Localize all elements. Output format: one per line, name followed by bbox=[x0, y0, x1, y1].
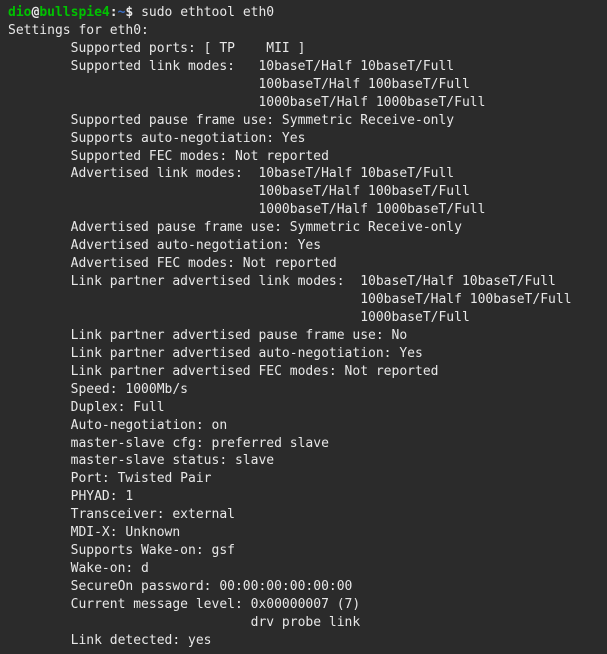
output-line: Duplex: Full bbox=[8, 399, 599, 417]
prompt-symbol: $ bbox=[125, 5, 133, 20]
typed-command: sudo ethtool eth0 bbox=[141, 5, 274, 20]
output-line: Supports auto-negotiation: Yes bbox=[8, 130, 599, 148]
output-line: 1000baseT/Half 1000baseT/Full bbox=[8, 94, 599, 112]
output-line: master-slave cfg: preferred slave bbox=[8, 435, 599, 453]
output-line: drv probe link bbox=[8, 614, 599, 632]
output-line: 100baseT/Half 100baseT/Full bbox=[8, 183, 599, 201]
output-line: Link partner advertised pause frame use:… bbox=[8, 327, 599, 345]
output-line: Advertised pause frame use: Symmetric Re… bbox=[8, 219, 599, 237]
output-line: Advertised link modes: 10baseT/Half 10ba… bbox=[8, 165, 599, 183]
output-line: Transceiver: external bbox=[8, 506, 599, 524]
output-line: Link partner advertised FEC modes: Not r… bbox=[8, 363, 599, 381]
output-line: Link partner advertised link modes: 10ba… bbox=[8, 273, 599, 291]
output-line: Current message level: 0x00000007 (7) bbox=[8, 596, 599, 614]
output-line: Advertised FEC modes: Not reported bbox=[8, 255, 599, 273]
terminal-output[interactable]: dio@bullspie4:~$ sudo ethtool eth0 Setti… bbox=[8, 4, 599, 650]
output-line: 1000baseT/Full bbox=[8, 309, 599, 327]
output-line: Supported link modes: 10baseT/Half 10bas… bbox=[8, 58, 599, 76]
prompt-line: dio@bullspie4:~$ sudo ethtool eth0 bbox=[8, 4, 599, 22]
prompt-colon: : bbox=[110, 5, 118, 20]
output-line: Link detected: yes bbox=[8, 632, 599, 650]
output-line: Auto-negotiation: on bbox=[8, 417, 599, 435]
output-line: Supported FEC modes: Not reported bbox=[8, 148, 599, 166]
output-line: Wake-on: d bbox=[8, 560, 599, 578]
prompt-host: bullspie4 bbox=[39, 5, 109, 20]
output-line: 100baseT/Half 100baseT/Full bbox=[8, 76, 599, 94]
prompt-user: dio bbox=[8, 5, 31, 20]
output-line: Speed: 1000Mb/s bbox=[8, 381, 599, 399]
output-line: Supports Wake-on: gsf bbox=[8, 542, 599, 560]
output-line: Supported pause frame use: Symmetric Rec… bbox=[8, 112, 599, 130]
output-line: Port: Twisted Pair bbox=[8, 470, 599, 488]
output-line: 1000baseT/Half 1000baseT/Full bbox=[8, 201, 599, 219]
output-line: 100baseT/Half 100baseT/Full bbox=[8, 291, 599, 309]
output-line: Link partner advertised auto-negotiation… bbox=[8, 345, 599, 363]
output-line: MDI-X: Unknown bbox=[8, 524, 599, 542]
output-line: SecureOn password: 00:00:00:00:00:00 bbox=[8, 578, 599, 596]
output-line: Advertised auto-negotiation: Yes bbox=[8, 237, 599, 255]
output-line: master-slave status: slave bbox=[8, 452, 599, 470]
output-line: PHYAD: 1 bbox=[8, 488, 599, 506]
output-line: Supported ports: [ TP MII ] bbox=[8, 40, 599, 58]
output-line: Settings for eth0: bbox=[8, 22, 599, 40]
